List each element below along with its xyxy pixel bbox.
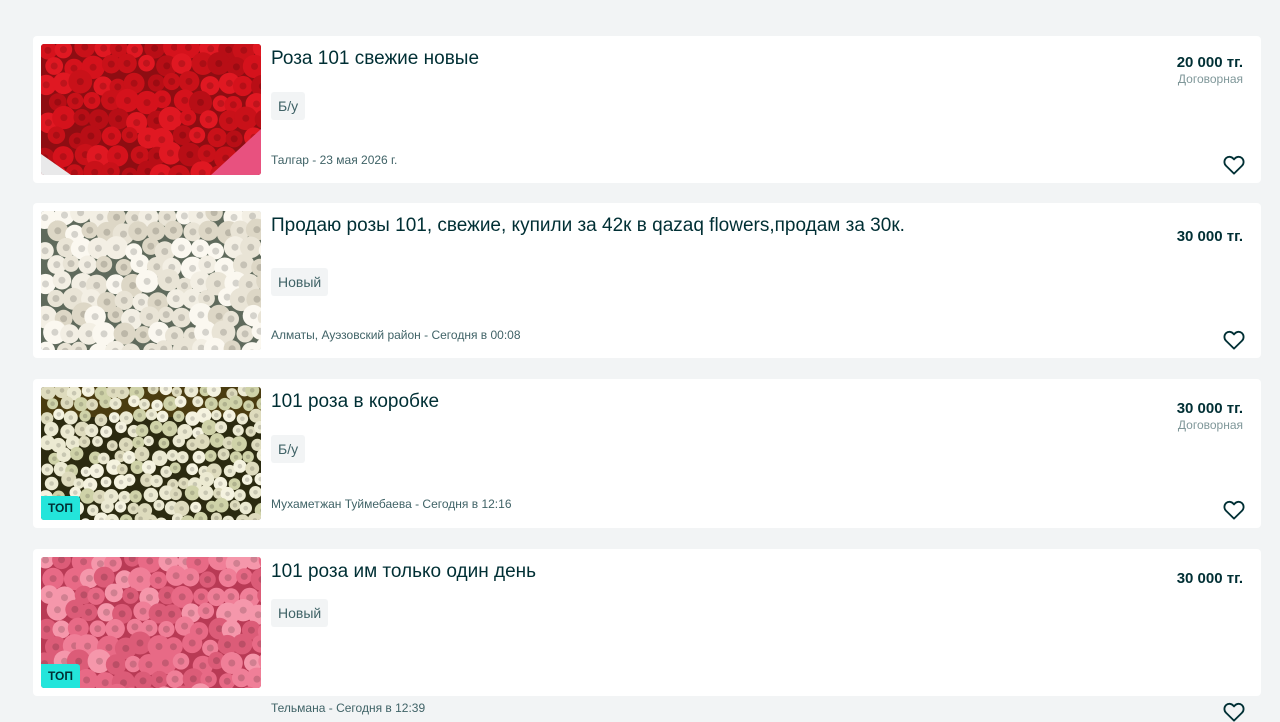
listing-photo-red-roses[interactable] [41,44,261,175]
listing-title[interactable]: Продаю розы 101, свежие, купили за 42к в… [271,215,911,236]
listing-photo-pink-roses[interactable]: ТОП [41,557,261,688]
price-negotiable: Договорная [1177,418,1243,432]
top-badge: ТОП [41,664,80,688]
listing-card[interactable]: ТОП 101 роза им только один день Новый Т… [33,549,1261,696]
price-value: 20 000 тг. [1177,54,1243,72]
price-block: 30 000 тг. [1177,228,1243,246]
price-value: 30 000 тг. [1177,400,1243,418]
condition-badge: Новый [271,599,328,627]
listing-photo-cream-roses[interactable]: ТОП [41,387,261,520]
price-block: 30 000 тг. Договорная [1177,400,1243,432]
favorite-heart-icon[interactable] [1223,702,1245,722]
listing-card[interactable]: Роза 101 свежие новые Б/у Талгар - 23 ма… [33,36,1261,183]
listing-title[interactable]: 101 роза им только один день [271,561,911,582]
listing-card[interactable]: ТОП 101 роза в коробке Б/у Мухаметжан Ту… [33,379,1261,528]
price-value: 30 000 тг. [1177,570,1243,588]
price-value: 30 000 тг. [1177,228,1243,246]
price-block: 20 000 тг. Договорная [1177,54,1243,86]
price-block: 30 000 тг. [1177,570,1243,588]
favorite-heart-icon[interactable] [1223,330,1245,350]
favorite-heart-icon[interactable] [1223,500,1245,520]
listing-photo-white-roses[interactable] [41,211,261,350]
listing-title[interactable]: 101 роза в коробке [271,391,911,412]
location-date: Талгар - 23 мая 2026 г. [271,153,397,167]
location-date: Тельмана - Сегодня в 12:39 [271,701,425,715]
condition-badge: Б/у [271,435,305,463]
condition-badge: Новый [271,268,328,296]
favorite-heart-icon[interactable] [1223,155,1245,175]
price-negotiable: Договорная [1177,72,1243,86]
location-date: Мухаметжан Туймебаева - Сегодня в 12:16 [271,497,512,511]
condition-badge: Б/у [271,92,305,120]
top-badge: ТОП [41,496,80,520]
listing-title[interactable]: Роза 101 свежие новые [271,48,911,69]
listing-card[interactable]: Продаю розы 101, свежие, купили за 42к в… [33,203,1261,358]
location-date: Алматы, Ауэзовский район - Сегодня в 00:… [271,328,521,342]
